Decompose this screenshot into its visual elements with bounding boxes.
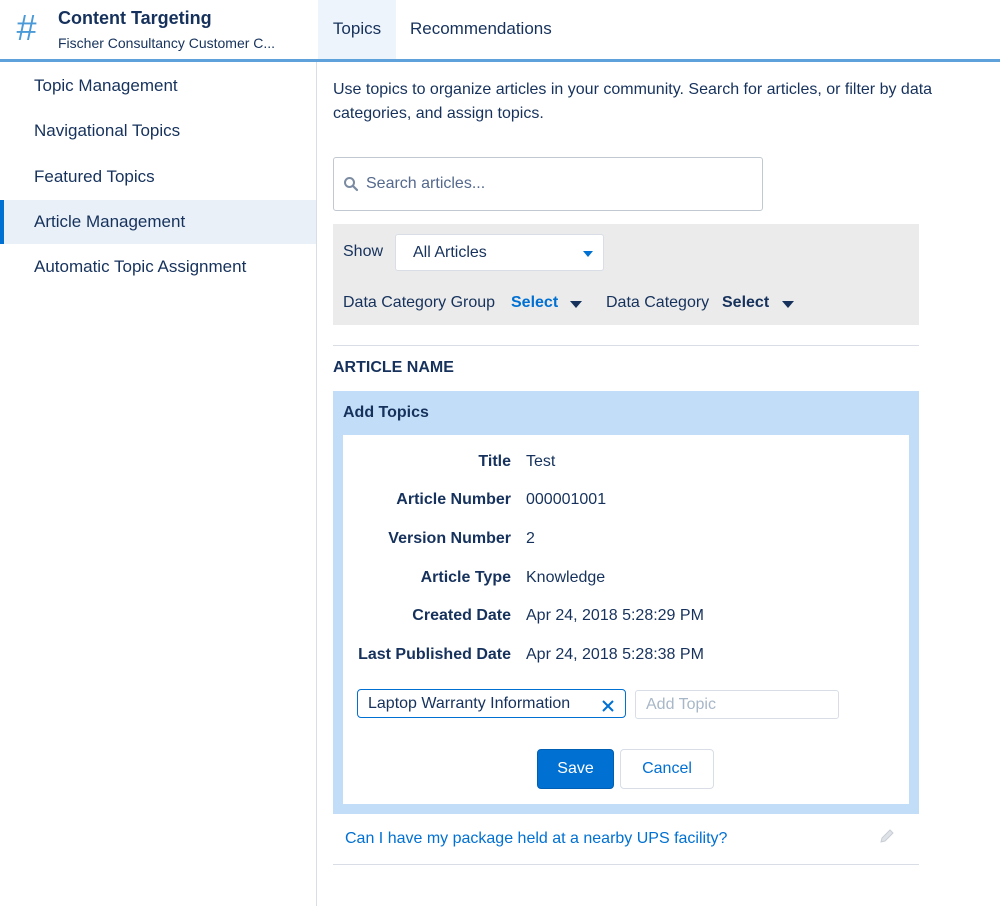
app-header: # Content Targeting Fischer Consultancy … <box>0 0 1000 62</box>
sidebar-item-navigational-topics[interactable]: Navigational Topics <box>0 109 316 153</box>
detail-value-version-number: 2 <box>526 530 535 547</box>
show-select-value: All Articles <box>413 244 487 261</box>
topic-pill-label: Laptop Warranty Information <box>368 695 571 712</box>
detail-value-created-date: Apr 24, 2018 5:28:29 PM <box>526 607 704 624</box>
detail-value-last-published-date: Apr 24, 2018 5:28:38 PM <box>526 646 704 663</box>
hash-icon: # <box>16 7 37 48</box>
sidebar-item-automatic-topic-assignment[interactable]: Automatic Topic Assignment <box>0 245 316 289</box>
detail-label-article-number: Article Number <box>396 491 511 508</box>
article-link[interactable]: Can I have my package held at a nearby U… <box>345 830 727 848</box>
show-select[interactable]: All Articles <box>395 234 604 271</box>
tab-topics[interactable]: Topics <box>318 0 396 59</box>
article-details: Title Test Article Number 000001001 Vers… <box>343 435 909 804</box>
data-category-select[interactable]: Select <box>722 294 769 312</box>
data-category-label: Data Category <box>606 294 710 311</box>
topic-pill[interactable]: Laptop Warranty Information <box>357 689 626 718</box>
sidebar-item-article-management[interactable]: Article Management <box>0 200 316 244</box>
sidebar-item-topic-management[interactable]: Topic Management <box>0 64 316 108</box>
close-icon[interactable] <box>601 699 615 713</box>
detail-label-title: Title <box>478 453 511 470</box>
app-subtitle: Fischer Consultancy Customer C... <box>58 35 276 51</box>
caret-down-icon[interactable] <box>570 301 582 308</box>
add-topic-input[interactable] <box>635 690 839 719</box>
sidebar: Topic Management Navigational Topics Fea… <box>0 62 317 906</box>
detail-label-article-type: Article Type <box>420 569 511 586</box>
show-label: Show <box>343 243 384 260</box>
detail-value-article-type: Knowledge <box>526 569 606 586</box>
search-box[interactable] <box>333 157 763 211</box>
save-button[interactable]: Save <box>537 749 614 789</box>
tab-recommendations[interactable]: Recommendations <box>410 0 552 59</box>
data-category-group-select[interactable]: Select <box>511 294 558 312</box>
filter-panel: Show All Articles Data Category Group Se… <box>333 224 919 325</box>
detail-label-version-number: Version Number <box>388 530 511 547</box>
detail-value-title: Test <box>526 453 556 470</box>
caret-down-icon <box>583 251 593 257</box>
caret-down-icon[interactable] <box>782 301 794 308</box>
pencil-icon[interactable] <box>877 826 897 846</box>
detail-value-article-number: 000001001 <box>526 491 607 508</box>
divider <box>333 864 919 865</box>
intro-text: Use topics to organize articles in your … <box>333 81 933 122</box>
detail-label-created-date: Created Date <box>412 607 511 624</box>
sidebar-item-featured-topics[interactable]: Featured Topics <box>0 155 316 199</box>
panel-title: Add Topics <box>343 404 429 421</box>
divider <box>333 345 919 346</box>
search-icon <box>344 177 359 192</box>
data-category-group-label: Data Category Group <box>343 294 496 311</box>
app-brand: # Content Targeting Fischer Consultancy … <box>0 0 316 59</box>
app-title: Content Targeting <box>58 8 212 28</box>
detail-label-last-published-date: Last Published Date <box>358 646 511 663</box>
search-input[interactable] <box>366 158 756 210</box>
column-header-article-name: ARTICLE NAME <box>333 359 454 376</box>
cancel-button[interactable]: Cancel <box>620 749 714 789</box>
add-topics-panel: Add Topics Title Test Article Number 000… <box>333 391 919 814</box>
